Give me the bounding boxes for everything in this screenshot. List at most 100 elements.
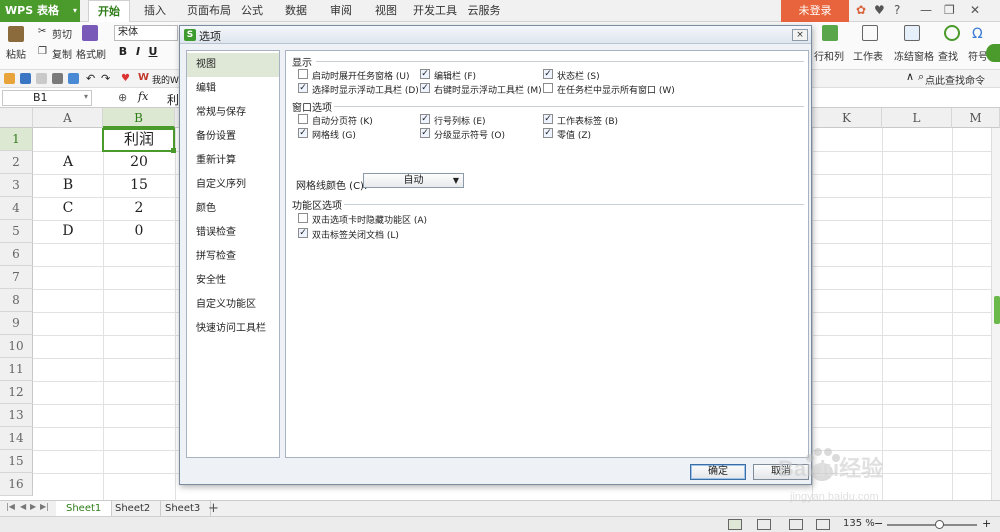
row-header[interactable]: 12 [0,381,33,404]
tab-formulas[interactable]: 公式 [236,0,268,22]
freeze-panes-button[interactable]: 冻结窗格 [894,48,934,63]
zoom-out-icon[interactable]: − [874,517,883,530]
nav-item-recalc[interactable]: 重新计算 [187,149,279,173]
underline-button[interactable]: U [146,44,160,60]
nav-item-error-check[interactable]: 错误检查 [187,221,279,245]
checkbox-taskbar-windows[interactable] [543,83,553,93]
redo-icon[interactable]: ↷ [101,73,112,84]
checkbox-outline-symbols[interactable]: ✓ [420,128,430,138]
help-icon[interactable]: ? [894,3,900,17]
nav-item-edit[interactable]: 编辑 [187,77,279,101]
skin-icon[interactable]: ✿ [856,3,866,17]
minimize-icon[interactable]: — [920,3,932,17]
checkbox-formula-bar[interactable]: ✓ [420,69,430,79]
zoom-slider-thumb[interactable] [935,520,944,529]
checkbox-dblclick-hide-ribbon[interactable] [298,213,308,223]
tab-home[interactable]: 开始 [88,0,130,22]
find-icon[interactable] [944,25,960,41]
tab-view[interactable]: 视图 [370,0,402,22]
cut-button[interactable]: 剪切 [52,26,72,41]
column-header[interactable]: A [33,108,103,128]
checkbox-sheet-tabs[interactable]: ✓ [543,114,553,124]
close-icon[interactable]: ✕ [970,3,980,17]
tab-page-layout[interactable]: 页面布局 [180,0,238,22]
nav-item-quick-access[interactable]: 快速访问工具栏 [187,317,279,341]
worksheet-button[interactable]: 工作表 [853,48,883,63]
next-sheet-icon[interactable]: ▶ [30,502,36,511]
zoom-icon[interactable]: ⊕ [118,91,127,104]
save-icon[interactable] [20,73,31,84]
reading-view-icon[interactable] [789,519,803,530]
cell-a5[interactable]: D [33,220,103,243]
find-button[interactable]: 查找 [938,48,958,63]
font-name-box[interactable]: 宋体 [114,25,178,41]
preview-icon[interactable] [68,73,79,84]
checkbox-expand-task-pane[interactable] [298,69,308,79]
column-header[interactable]: K [812,108,882,128]
checkbox-gridlines[interactable]: ✓ [298,128,308,138]
checkbox-auto-page-break[interactable] [298,114,308,124]
cell-a4[interactable]: C [33,197,103,220]
format-painter-icon[interactable] [82,25,98,41]
page-break-view-icon[interactable] [757,519,771,530]
tab-cloud[interactable]: 云服务 [466,0,502,22]
fill-handle[interactable] [171,148,176,153]
column-header[interactable]: M [952,108,1000,128]
chevron-down-icon[interactable]: ▾ [84,92,88,101]
nav-item-custom-lists[interactable]: 自定义序列 [187,173,279,197]
checkbox-status-bar[interactable]: ✓ [543,69,553,79]
zoom-slider[interactable] [887,524,977,526]
paste-icon[interactable] [8,26,24,42]
freeze-panes-icon[interactable] [904,25,920,41]
add-sheet-button[interactable]: + [208,501,219,516]
cell-b2[interactable]: 20 [103,151,175,174]
zoom-level[interactable]: 135 % [843,518,875,529]
first-sheet-icon[interactable]: |◀ [6,502,15,511]
row-header[interactable]: 3 [0,174,33,197]
assistant-badge[interactable] [986,44,1000,62]
paste-button[interactable]: 粘贴 [6,46,26,61]
side-panel-toggle[interactable] [994,296,1000,324]
nav-item-custom-ribbon[interactable]: 自定义功能区 [187,293,279,317]
nav-item-spell-check[interactable]: 拼写检查 [187,245,279,269]
sheet-tab[interactable]: Sheet2 [105,501,162,517]
row-header[interactable]: 14 [0,427,33,450]
symbol-button[interactable]: 符号 [968,48,988,63]
name-box[interactable]: B1 [2,90,92,106]
row-header[interactable]: 13 [0,404,33,427]
heart-icon[interactable]: ♥ [121,73,132,84]
dialog-close-button[interactable]: × [792,29,808,41]
column-header[interactable]: B [103,108,175,128]
copy-icon[interactable]: ❐ [38,46,47,57]
row-header[interactable]: 7 [0,266,33,289]
symbol-icon[interactable]: Ω [972,26,983,42]
sheet-tab[interactable]: Sheet1 [56,501,113,517]
sheet-tab[interactable]: Sheet3 [155,501,212,517]
dialog-title-bar[interactable]: S 选项 × [180,26,811,44]
tab-developer[interactable]: 开发工具 [412,0,458,22]
zoom-in-icon[interactable]: + [982,517,991,530]
row-header[interactable]: 6 [0,243,33,266]
row-header[interactable]: 9 [0,312,33,335]
rows-cols-icon[interactable] [822,25,838,41]
collapse-ribbon-icon[interactable]: ∧ [906,70,914,83]
italic-button[interactable]: I [131,44,145,60]
restore-icon[interactable]: ❐ [944,3,955,17]
tab-review[interactable]: 审阅 [325,0,357,22]
checkbox-float-toolbar-select[interactable]: ✓ [298,83,308,93]
my-wps-tab[interactable]: 我的W [152,73,179,86]
row-header[interactable]: 1 [0,128,33,151]
ok-button[interactable]: 确定 [690,464,746,480]
select-all-corner[interactable] [0,108,33,128]
rows-cols-button[interactable]: 行和列 [814,48,844,63]
help-search-box[interactable]: 点此查找命令 [925,72,985,87]
row-header[interactable]: 8 [0,289,33,312]
login-button[interactable]: 未登录 [781,0,849,22]
row-header[interactable]: 2 [0,151,33,174]
print-icon[interactable] [52,73,63,84]
fullscreen-icon[interactable] [816,519,830,530]
row-header[interactable]: 5 [0,220,33,243]
nav-item-general-save[interactable]: 常规与保存 [187,101,279,125]
cell-b3[interactable]: 15 [103,174,175,197]
cut-icon[interactable]: ✂ [38,26,46,37]
